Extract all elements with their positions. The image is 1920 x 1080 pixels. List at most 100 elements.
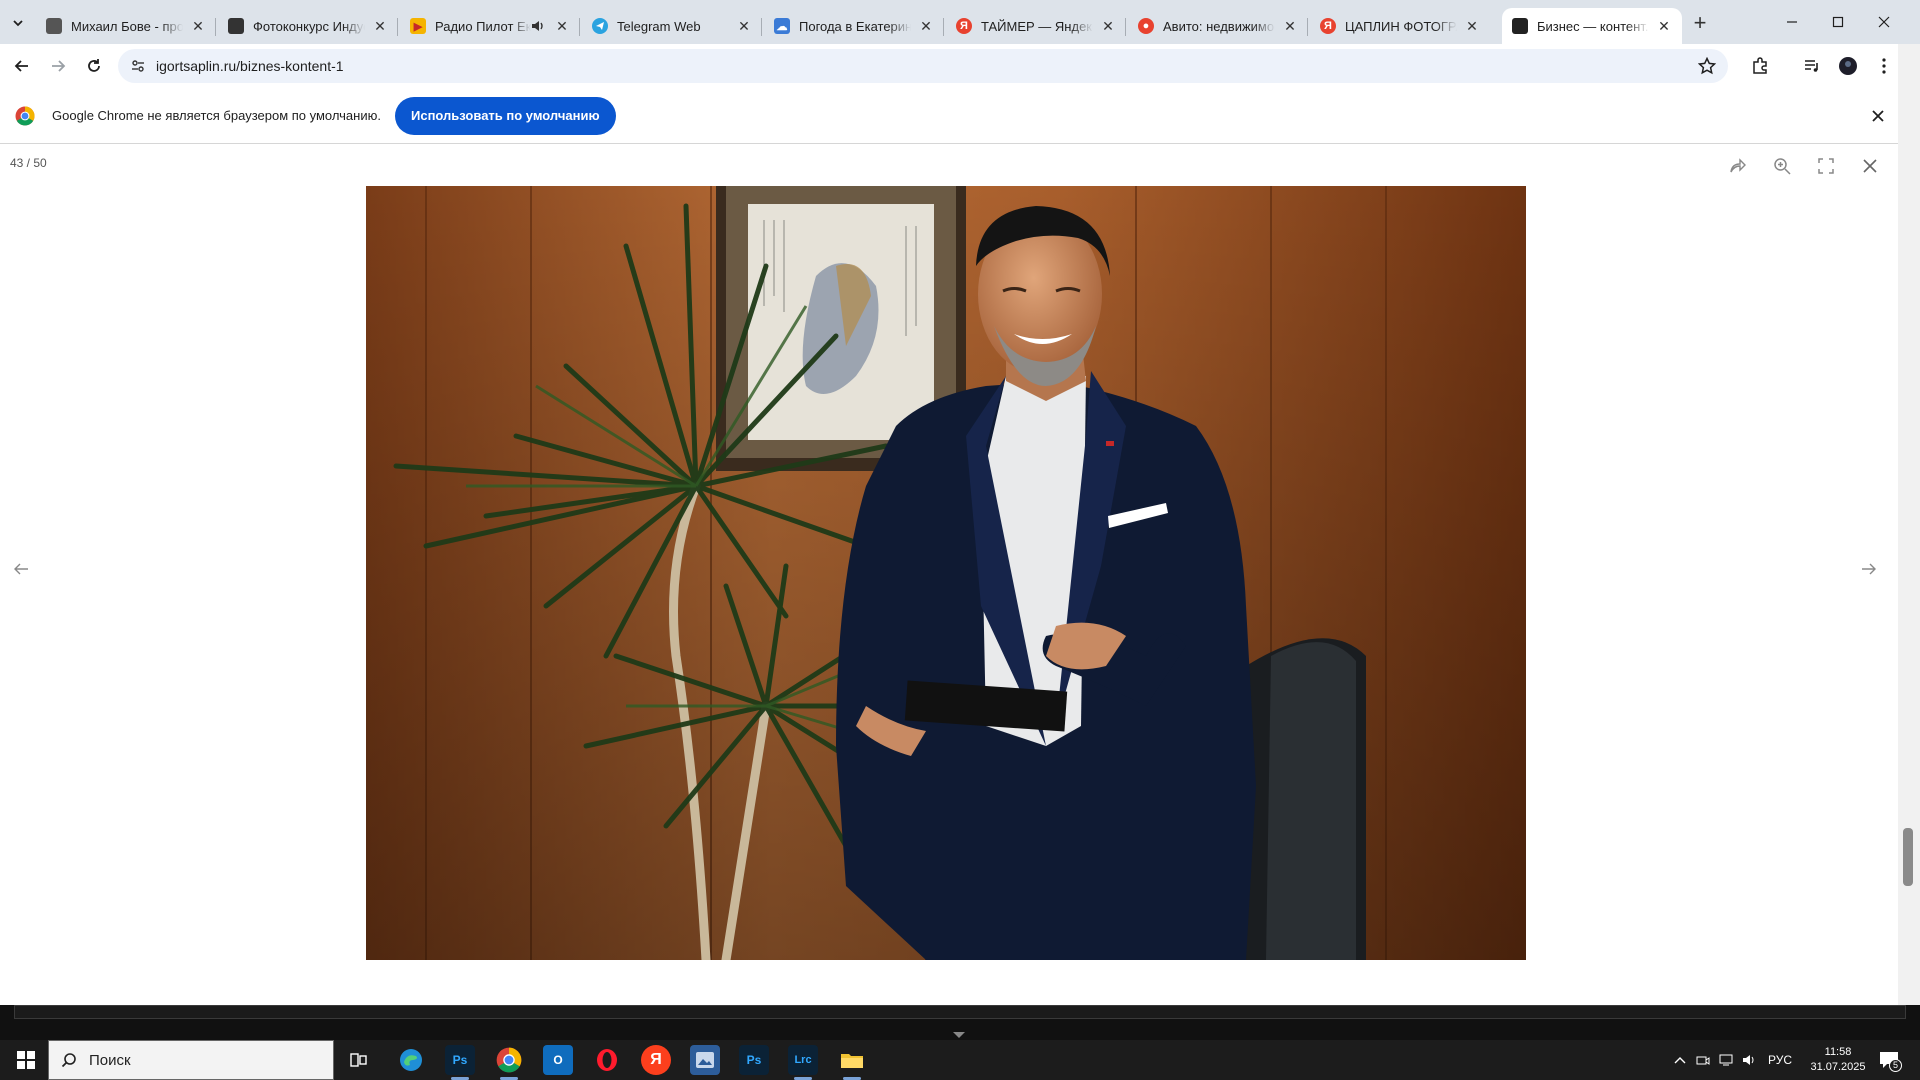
start-button[interactable] bbox=[6, 1040, 46, 1080]
chrome-app[interactable] bbox=[494, 1045, 524, 1080]
fullscreen-button[interactable] bbox=[1814, 154, 1838, 178]
minimize-button[interactable] bbox=[1780, 10, 1804, 34]
image-viewer-app[interactable] bbox=[690, 1045, 720, 1075]
scrollbar-thumb[interactable] bbox=[1903, 828, 1913, 886]
tab-6[interactable]: ● Авито: недвижимос ✕ bbox=[1128, 8, 1308, 44]
share-button[interactable] bbox=[1726, 154, 1750, 178]
tab-separator bbox=[1307, 18, 1308, 36]
close-icon[interactable]: ✕ bbox=[1100, 18, 1116, 34]
network-icon[interactable] bbox=[1718, 1052, 1734, 1068]
arrow-left-icon bbox=[14, 60, 28, 72]
close-icon[interactable]: ✕ bbox=[1282, 18, 1298, 34]
tab-separator bbox=[943, 18, 944, 36]
telegram-icon bbox=[592, 18, 608, 34]
tab-2[interactable]: ▶ Радио Пилот Ека ✕ bbox=[400, 8, 580, 44]
back-button[interactable] bbox=[10, 54, 34, 78]
arrow-left-icon bbox=[14, 563, 28, 575]
site-icon bbox=[1512, 18, 1528, 34]
close-icon[interactable]: ✕ bbox=[554, 18, 570, 34]
notification-center-button[interactable]: 5 bbox=[1876, 1048, 1902, 1072]
search-icon bbox=[61, 1052, 77, 1073]
folder-icon bbox=[841, 1054, 863, 1068]
next-image-button[interactable] bbox=[1856, 556, 1882, 582]
photoshop-app[interactable]: Ps bbox=[445, 1045, 475, 1080]
system-clock[interactable]: 11:58 31.07.2025 bbox=[1806, 1045, 1870, 1075]
horizontal-scrollbar[interactable] bbox=[14, 1005, 1906, 1019]
tab-search-button[interactable] bbox=[6, 11, 30, 35]
camera-icon[interactable] bbox=[1695, 1052, 1711, 1068]
yandex-browser-app[interactable]: Я bbox=[641, 1045, 671, 1075]
profile-avatar[interactable] bbox=[1836, 54, 1860, 78]
set-default-button[interactable]: Использовать по умолчанию bbox=[395, 97, 616, 135]
previous-image-button[interactable] bbox=[8, 556, 34, 582]
lightbox-photo[interactable] bbox=[366, 186, 1526, 960]
url-text[interactable]: igortsaplin.ru/biznes-kontent-1 bbox=[156, 58, 344, 74]
edge-app[interactable] bbox=[396, 1045, 426, 1075]
forward-button[interactable] bbox=[46, 54, 70, 78]
tab-active[interactable]: Бизнес — контент. Ф ✕ bbox=[1502, 8, 1682, 44]
tab-1[interactable]: Фотоконкурс Индус ✕ bbox=[218, 8, 398, 44]
arrow-right-icon bbox=[1862, 563, 1876, 575]
lightroom-classic-app[interactable]: Lrc bbox=[788, 1045, 818, 1080]
tab-separator bbox=[397, 18, 398, 36]
infobar-close-button[interactable] bbox=[1868, 106, 1888, 126]
tab-0[interactable]: Михаил Бове - проф ✕ bbox=[36, 8, 216, 44]
extensions-button[interactable] bbox=[1748, 54, 1772, 78]
task-view-button[interactable] bbox=[344, 1045, 374, 1075]
close-icon[interactable]: ✕ bbox=[736, 18, 752, 34]
file-explorer-app[interactable] bbox=[837, 1045, 867, 1080]
chrome-icon bbox=[496, 1047, 522, 1073]
zoom-button[interactable] bbox=[1770, 154, 1794, 178]
close-icon[interactable]: ✕ bbox=[372, 18, 388, 34]
language-indicator[interactable]: РУС bbox=[1768, 1053, 1792, 1067]
reload-button[interactable] bbox=[82, 54, 106, 78]
tab-separator bbox=[579, 18, 580, 36]
puzzle-icon bbox=[1753, 57, 1767, 74]
tab-favicon-icon bbox=[46, 18, 62, 34]
opera-app[interactable] bbox=[592, 1045, 622, 1075]
close-icon[interactable]: ✕ bbox=[1656, 18, 1672, 34]
outlook-app[interactable]: O bbox=[543, 1045, 573, 1075]
speaker-icon[interactable] bbox=[530, 18, 546, 37]
vertical-scrollbar[interactable] bbox=[1898, 44, 1920, 1005]
tab-separator bbox=[761, 18, 762, 36]
tab-title: Фотоконкурс Индус bbox=[253, 18, 365, 34]
bookmark-star-icon[interactable] bbox=[1697, 56, 1717, 80]
close-icon bbox=[1863, 159, 1877, 173]
tab-title: ТАЙМЕР — Яндекс bbox=[981, 18, 1093, 34]
zoom-in-icon bbox=[1774, 158, 1791, 175]
tab-title: Бизнес — контент. Ф bbox=[1537, 18, 1649, 34]
media-controls-button[interactable] bbox=[1800, 54, 1824, 78]
tab-4[interactable]: ☁ Погода в Екатеринб ✕ bbox=[764, 8, 944, 44]
maximize-button[interactable] bbox=[1826, 10, 1850, 34]
volume-icon[interactable] bbox=[1741, 1052, 1757, 1068]
site-settings-icon[interactable] bbox=[130, 58, 146, 79]
photoshop-app-2[interactable]: Ps bbox=[739, 1045, 769, 1075]
tab-7[interactable]: Я ЦАПЛИН ФОТОГРАФ ✕ bbox=[1310, 8, 1490, 44]
close-icon[interactable]: ✕ bbox=[918, 18, 934, 34]
close-icon[interactable]: ✕ bbox=[190, 18, 206, 34]
kebab-menu-icon bbox=[1882, 58, 1886, 74]
image-counter: 43 / 50 bbox=[10, 156, 47, 170]
window-close-button[interactable] bbox=[1872, 10, 1896, 34]
fullscreen-icon bbox=[1818, 158, 1834, 174]
tab-title: Радио Пилот Ека bbox=[435, 18, 531, 34]
tab-strip: Михаил Бове - проф ✕ Фотоконкурс Индус ✕… bbox=[0, 0, 1920, 44]
new-tab-button[interactable]: + bbox=[1688, 12, 1712, 36]
taskbar-search[interactable]: Поиск bbox=[48, 1040, 334, 1080]
address-bar[interactable]: igortsaplin.ru/biznes-kontent-1 bbox=[118, 49, 1728, 83]
tab-title: ЦАПЛИН ФОТОГРАФ bbox=[1345, 18, 1457, 34]
tab-3[interactable]: Telegram Web ✕ bbox=[582, 8, 762, 44]
horizontal-scrollbar-area bbox=[0, 1005, 1920, 1040]
windows-logo-icon bbox=[17, 1051, 35, 1069]
close-icon[interactable]: ✕ bbox=[1464, 18, 1480, 34]
tab-title: Авито: недвижимос bbox=[1163, 18, 1275, 34]
opera-icon bbox=[597, 1049, 617, 1071]
lightbox-close-button[interactable] bbox=[1858, 154, 1882, 178]
browser-toolbar: igortsaplin.ru/biznes-kontent-1 bbox=[0, 44, 1920, 88]
media-icon bbox=[1805, 60, 1818, 72]
chrome-menu-button[interactable] bbox=[1872, 54, 1896, 78]
tab-5[interactable]: Я ТАЙМЕР — Яндекс ✕ bbox=[946, 8, 1126, 44]
tray-overflow-icon[interactable] bbox=[1672, 1052, 1688, 1068]
arrow-right-icon bbox=[52, 60, 66, 72]
